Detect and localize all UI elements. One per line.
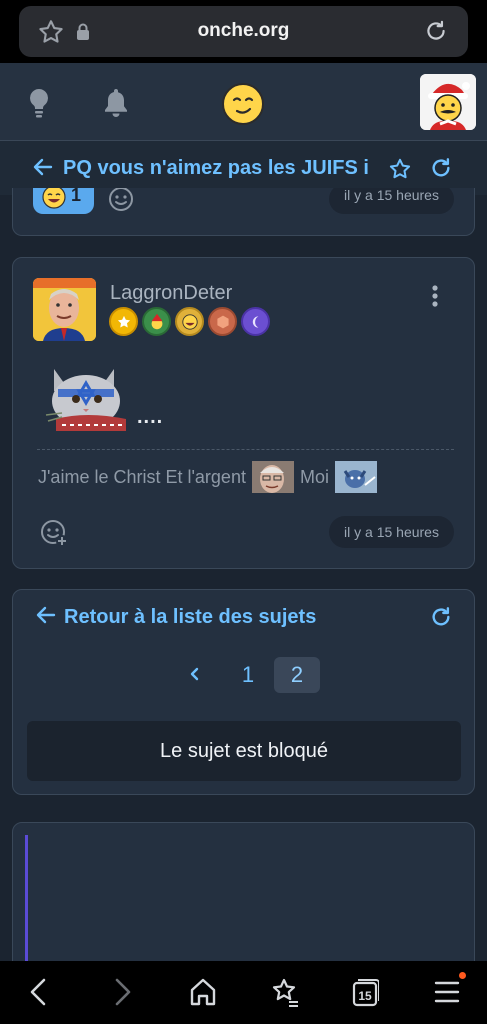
post-image-cat[interactable]	[40, 357, 134, 431]
page-link-current[interactable]: 2	[274, 657, 320, 693]
user-badges	[109, 307, 270, 336]
topic-header: PQ vous n'aimez pas les JUIFS i	[0, 141, 487, 195]
tab-count: 15	[358, 989, 372, 1003]
notification-dot	[459, 972, 466, 979]
post-timestamp: il y a 15 heures	[329, 516, 454, 548]
post-text: ....	[137, 406, 164, 428]
previous-post-card: 1 il y a 15 heures	[12, 188, 475, 236]
reaction-pill[interactable]: 1	[33, 188, 94, 214]
smiley-logo-icon[interactable]	[221, 82, 265, 131]
forward-chevron-icon[interactable]	[111, 977, 133, 1012]
topic-locked-notice: Le sujet est bloqué	[27, 721, 461, 781]
home-icon[interactable]	[189, 977, 217, 1012]
topic-title[interactable]: PQ vous n'aimez pas les JUIFS i	[63, 157, 378, 180]
favorite-star-icon[interactable]	[388, 157, 412, 186]
post-card: LaggronDeter .... J'aime le Christ Et l'…	[12, 257, 475, 569]
moon-badge-icon[interactable]	[241, 307, 270, 336]
reaction-count: 1	[71, 188, 82, 205]
star-badge-icon[interactable]	[109, 307, 138, 336]
chevron-left-icon[interactable]	[187, 663, 201, 690]
post-author-name[interactable]: LaggronDeter	[110, 282, 232, 305]
post-timestamp: il y a 15 heures	[329, 188, 454, 214]
browser-bottom-bar: 15	[0, 961, 487, 1024]
menu-icon[interactable]	[434, 977, 460, 1012]
signature-text-1: J'aime le Christ Et l'argent	[38, 466, 246, 487]
accent-line	[25, 835, 28, 981]
lightbulb-icon[interactable]	[27, 88, 51, 123]
add-reaction-icon[interactable]	[39, 518, 69, 553]
user-avatar[interactable]	[420, 74, 476, 130]
site-header	[0, 63, 487, 141]
bookmarks-icon[interactable]	[270, 977, 300, 1012]
back-arrow-icon[interactable]	[36, 606, 56, 629]
signature-divider	[37, 449, 454, 450]
laugh-badge-icon[interactable]	[175, 307, 204, 336]
topic-navigation-card: Retour à la liste des sujets 1 2 Le suje…	[12, 589, 475, 795]
browser-toolbar: onche.org	[0, 0, 487, 63]
signature-image-old-man	[251, 461, 294, 493]
signature-text-2: Moi	[299, 466, 329, 487]
bell-icon[interactable]	[102, 87, 130, 122]
back-chevron-icon[interactable]	[28, 977, 50, 1012]
page-link-1[interactable]: 1	[225, 657, 271, 693]
signature-image-creature	[334, 461, 377, 493]
add-reaction-icon[interactable]	[107, 188, 137, 219]
back-to-topics-link[interactable]: Retour à la liste des sujets	[64, 606, 316, 629]
url-text[interactable]: onche.org	[19, 20, 468, 42]
more-options-icon[interactable]	[431, 284, 439, 313]
back-arrow-icon[interactable]	[33, 158, 53, 181]
refresh-icon[interactable]	[430, 606, 452, 633]
reload-icon[interactable]	[423, 18, 449, 49]
post-author-avatar[interactable]	[33, 278, 96, 341]
empty-content-card	[12, 822, 475, 982]
post-signature: J'aime le Christ Et l'argent Moi	[38, 459, 383, 495]
laughing-emoji-icon	[41, 188, 67, 215]
tabs-icon[interactable]: 15	[351, 977, 380, 1012]
pagination: 1 2	[13, 657, 474, 695]
bronze-badge-icon[interactable]	[208, 307, 237, 336]
address-bar[interactable]: onche.org	[19, 6, 468, 57]
refresh-icon[interactable]	[430, 157, 452, 184]
elf-badge-icon[interactable]	[142, 307, 171, 336]
